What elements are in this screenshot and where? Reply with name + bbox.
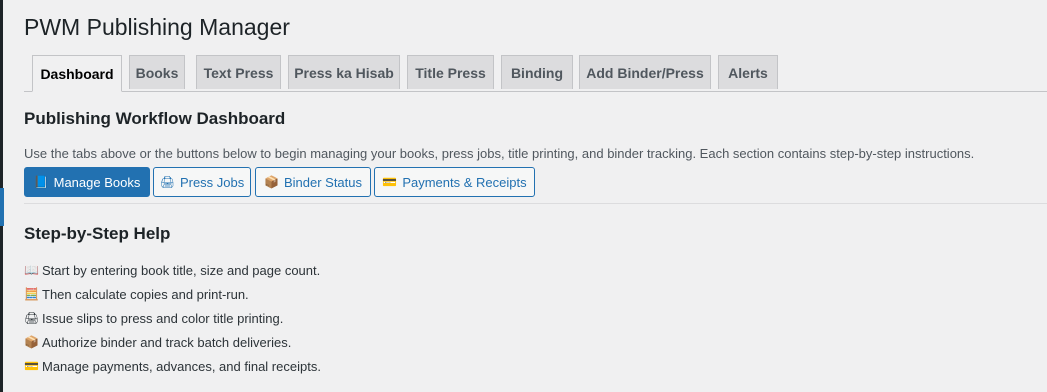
credit-card-icon: 💳 [382,175,398,189]
help-step: 🖨 Issue slips to press and color title p… [24,306,321,330]
tab-books[interactable]: Books [129,55,185,89]
payments-receipts-label: Payments & Receipts [402,174,527,190]
help-steps-list: 📖 Start by entering book title, size and… [24,258,321,378]
package-icon: 📦 [264,175,279,189]
section-divider [24,203,1047,204]
printer-icon: 🖨 [24,311,40,325]
tab-dashboard[interactable]: Dashboard [32,55,122,92]
payments-receipts-button[interactable]: 💳 Payments & Receipts [374,167,535,197]
binder-status-button[interactable]: 📦 Binder Status [255,167,371,197]
dashboard-description: Use the tabs above or the buttons below … [24,146,975,161]
help-step-text: Issue slips to press and color title pri… [42,310,284,326]
open-book-icon: 📖 [24,263,39,277]
tab-text-press[interactable]: Text Press [196,55,281,89]
package-icon: 📦 [24,335,39,349]
help-step-text: Manage payments, advances, and final rec… [42,358,321,374]
tab-alerts[interactable]: Alerts [718,55,778,89]
help-step-text: Authorize binder and track batch deliver… [42,334,292,350]
page-title: PWM Publishing Manager [24,14,290,40]
help-step-text: Then calculate copies and print-run. [42,286,249,302]
printer-icon: 🖨 [159,175,175,189]
press-jobs-label: Press Jobs [179,174,245,190]
book-icon: 📘 [33,175,49,189]
help-step-text: Start by entering book title, size and p… [42,262,321,278]
manage-books-label: Manage Books [53,174,141,190]
tab-title-press[interactable]: Title Press [407,55,494,89]
tab-binding[interactable]: Binding [501,55,573,89]
help-heading: Step-by-Step Help [24,224,171,243]
admin-sidebar-active-marker [0,188,4,226]
help-step: 📦 Authorize binder and track batch deliv… [24,330,321,354]
dashboard-heading: Publishing Workflow Dashboard [24,109,286,128]
help-step: 💳 Manage payments, advances, and final r… [24,354,321,378]
tab-bar: Dashboard Books Text Press Press ka Hisa… [24,55,1047,92]
tab-add-binder-press[interactable]: Add Binder/Press [579,55,711,89]
tab-press-ka-hisab[interactable]: Press ka Hisab [288,55,400,89]
manage-books-button[interactable]: 📘 Manage Books [24,167,150,197]
binder-status-label: Binder Status [283,174,362,190]
calculator-icon: 🧮 [24,287,39,301]
press-jobs-button[interactable]: 🖨 Press Jobs [153,167,251,197]
credit-card-icon: 💳 [24,359,39,373]
help-step: 📖 Start by entering book title, size and… [24,258,321,282]
help-step: 🧮 Then calculate copies and print-run. [24,282,321,306]
